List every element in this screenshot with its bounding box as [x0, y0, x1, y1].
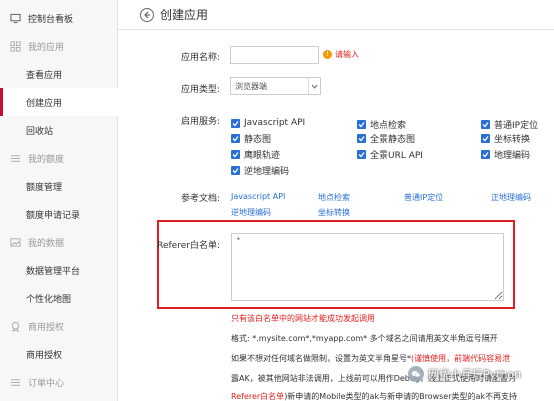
service-label: 全景静态图 [370, 135, 416, 145]
watermark: 网优小兵玩Python [408, 366, 521, 382]
checkbox-checked-icon[interactable] [481, 120, 490, 129]
sidebar-group-commercial[interactable]: 商用授权 [0, 312, 118, 340]
service-label: 地理编码 [494, 151, 531, 161]
page-title: 创建应用 [160, 8, 209, 22]
watermark-text: 网优小兵玩Python [428, 368, 522, 381]
list-icon [10, 377, 21, 388]
referer-type-hint: Referer白名单)新申请的Mobile类型的ak与新申请的Browser类型… [231, 391, 517, 401]
service-static-map[interactable]: 静态图 [231, 132, 271, 145]
sidebar-group-orders[interactable]: 订单中心 [0, 368, 118, 396]
service-label: 地点检索 [370, 121, 407, 131]
sidebar-group-label: 我的额度 [28, 154, 65, 165]
app-type-label: 应用类型: [180, 85, 220, 95]
sidebar-item-view-apps[interactable]: 查看应用 [0, 60, 118, 88]
service-ip-location[interactable]: 普通IP定位 [481, 118, 538, 131]
wechat-icon [408, 366, 424, 382]
referer-warning: 只有该白名单中的网站才能成功发起调用 [231, 314, 375, 323]
sidebar-group-my-apps[interactable]: 我的应用 [0, 32, 118, 60]
checkbox-checked-icon[interactable] [481, 150, 490, 159]
checkbox-checked-icon[interactable] [357, 134, 366, 143]
hint-warning-text: Referer白名单 [231, 392, 285, 401]
sidebar-group-my-data[interactable]: 我的数据 [0, 228, 118, 256]
checkbox-checked-icon[interactable] [481, 134, 490, 143]
badge-icon [10, 321, 21, 332]
checkbox-checked-icon[interactable] [357, 120, 366, 129]
monitor-icon [10, 13, 21, 24]
doc-link-coordinate-convert[interactable]: 坐标转换 [318, 207, 350, 218]
checkbox-checked-icon[interactable] [231, 134, 240, 143]
service-eagle-eye[interactable]: 鹰眼轨迹 [231, 148, 280, 161]
back-arrow-icon[interactable] [140, 7, 154, 22]
grid-icon [10, 40, 21, 52]
service-label: 坐标转换 [494, 135, 531, 145]
service-panorama-static[interactable]: 全景静态图 [357, 132, 415, 145]
sidebar-item-label: 查看应用 [26, 70, 63, 81]
service-geocoding[interactable]: 地理编码 [481, 148, 530, 161]
sidebar-group-label: 我的应用 [28, 42, 65, 53]
sidebar-item-custom-map[interactable]: 个性化地图 [0, 284, 118, 312]
sidebar-item-dashboard[interactable]: 控制台看板 [0, 4, 118, 32]
sidebar-group-label: 商用授权 [28, 322, 65, 333]
service-place-search[interactable]: 地点检索 [357, 118, 406, 131]
sidebar-item-label: 额度申请记录 [26, 210, 81, 221]
referer-label: Referer白名单: [157, 241, 220, 251]
service-label: 普通IP定位 [494, 121, 539, 131]
hint-text: )新申请的Mobile类型的ak与新申请的Browser类型的ak不再支持 [284, 392, 518, 401]
app-type-value: 浏览器端 [235, 81, 267, 91]
doc-link-javascript-api[interactable]: Javascript API [231, 192, 285, 201]
sidebar-item-data-platform[interactable]: 数据管理平台 [0, 256, 118, 284]
sidebar-item-label: 额度管理 [26, 182, 63, 193]
service-javascript-api[interactable]: Javascript API [231, 118, 305, 128]
app-name-error-text: 请输入 [335, 50, 359, 59]
referer-format-hint: 格式: *.mysite.com*,*myapp.com* 多个域名之间请用英文… [231, 334, 498, 343]
services-label: 启用服务: [180, 117, 220, 127]
page-header: 创建应用 [118, 0, 554, 30]
sidebar-group-my-quota[interactable]: 我的额度 [0, 144, 118, 172]
sidebar-item-quota-manage[interactable]: 额度管理 [0, 172, 118, 200]
checkbox-checked-icon[interactable] [357, 150, 366, 159]
doc-link-geocoding[interactable]: 正地理编码 [491, 192, 531, 203]
app-name-error: ! 请输入 [323, 49, 359, 60]
chevron-down-icon [308, 78, 320, 94]
checkbox-checked-icon[interactable] [231, 150, 240, 159]
docs-label: 参考文档: [180, 194, 220, 204]
sidebar-item-label: 控制台看板 [28, 14, 74, 25]
app-name-label: 应用名称: [180, 53, 220, 63]
service-panorama-url[interactable]: 全景URL API [357, 148, 423, 161]
app-name-input[interactable] [230, 46, 319, 64]
service-coordinate-convert[interactable]: 坐标转换 [481, 132, 530, 145]
sidebar-item-create-app[interactable]: 创建应用 [0, 88, 118, 116]
sidebar-item-label: 个性化地图 [26, 294, 72, 305]
list-icon [10, 153, 21, 164]
referer-wildcard-hint: 如果不想对任何域名做限制，设置为英文半角星号*(谨慎使用，前端代码容易泄 [231, 353, 510, 364]
referer-whitelist-input[interactable]: * [231, 233, 504, 301]
app-type-select[interactable]: 浏览器端 [230, 77, 321, 95]
sidebar-item-quota-records[interactable]: 额度申请记录 [0, 200, 118, 228]
image-icon [10, 237, 21, 248]
checkbox-checked-icon[interactable] [231, 166, 240, 175]
doc-link-place-search[interactable]: 地点检索 [318, 192, 350, 203]
sidebar-item-label: 回收站 [26, 126, 54, 137]
doc-link-reverse-geocoding[interactable]: 逆地理编码 [231, 207, 271, 218]
hint-warning-text: (谨慎使用，前端代码容易泄 [411, 354, 511, 363]
sidebar-item-recycle-bin[interactable]: 回收站 [0, 116, 118, 144]
sidebar-group-label: 订单中心 [28, 378, 65, 389]
warning-icon: ! [323, 50, 332, 59]
service-label: 鹰眼轨迹 [244, 151, 281, 161]
sidebar-group-label: 我的数据 [28, 238, 65, 249]
hint-text: 如果不想对任何域名做限制，设置为英文半角星号* [231, 354, 411, 363]
checkbox-checked-icon[interactable] [231, 118, 240, 128]
service-label: 逆地理编码 [244, 167, 290, 177]
service-label: 全景URL API [370, 151, 423, 161]
sidebar-item-label: 创建应用 [26, 98, 63, 109]
sidebar-item-commercial-license[interactable]: 商用授权 [0, 340, 118, 368]
service-reverse-geocoding[interactable]: 逆地理编码 [231, 164, 289, 177]
sidebar: 控制台看板 我的应用 查看应用 创建应用 回收站 我的额度 额度管理 额度申请记… [0, 0, 118, 401]
service-label: Javascript API [244, 118, 306, 128]
doc-link-ip-location[interactable]: 普通IP定位 [404, 192, 443, 203]
service-label: 静态图 [244, 135, 272, 145]
sidebar-item-label: 数据管理平台 [26, 266, 81, 277]
sidebar-item-label: 商用授权 [26, 350, 63, 361]
